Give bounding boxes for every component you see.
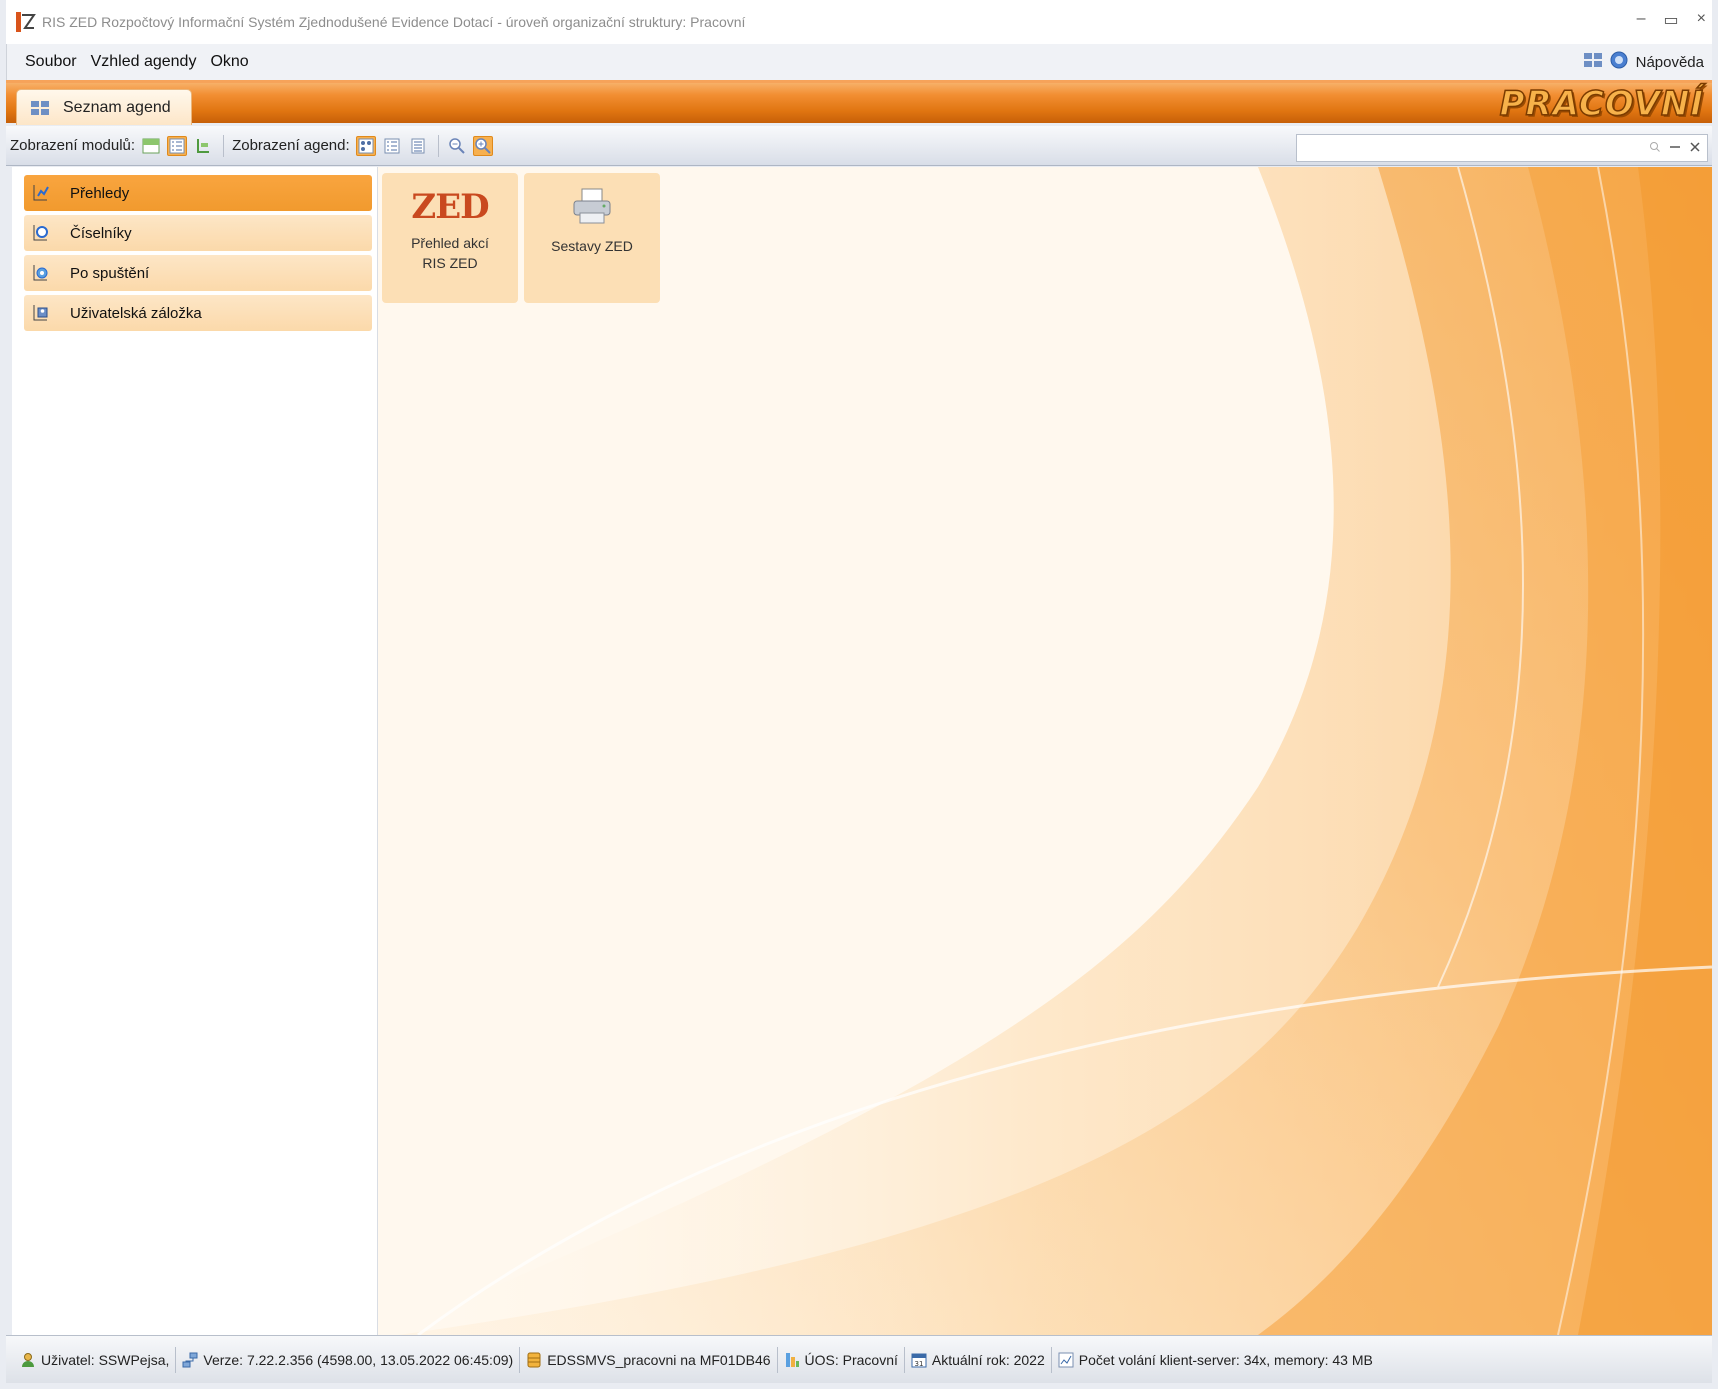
- module-view-horizontal-button[interactable]: [141, 136, 161, 156]
- agenda-view-icons-button[interactable]: [355, 135, 376, 156]
- tile-label: Přehled akcí: [411, 235, 489, 251]
- menu-vzhled-agendy[interactable]: Vzhled agendy: [91, 53, 197, 71]
- database-icon: [526, 1352, 542, 1368]
- agenda-view-label: Zobrazení agend:: [232, 137, 350, 154]
- zoom-out-icon[interactable]: [447, 136, 467, 156]
- org-structure-icon: [784, 1352, 800, 1368]
- zed-logo-icon: ZED: [411, 187, 489, 227]
- tile-label: RIS ZED: [422, 255, 478, 271]
- toolbar: Zobrazení modulů: Zobrazení agend:: [6, 126, 1712, 166]
- tab-grid-icon: [31, 100, 49, 115]
- overview-icon: [30, 182, 52, 204]
- title-bar: RIS ZED Rozpočtový Informační Systém Zje…: [6, 0, 1712, 44]
- search-icon[interactable]: [1649, 140, 1661, 156]
- help-menu[interactable]: Nápověda: [1636, 54, 1704, 71]
- status-database: EDSSMVS_pracovni na MF01DB46: [520, 1346, 778, 1373]
- menu-soubor[interactable]: Soubor: [25, 53, 77, 71]
- codebook-icon: [30, 222, 52, 244]
- agenda-view-list-button[interactable]: [382, 136, 402, 156]
- network-icon: [182, 1352, 198, 1368]
- sidebar-item-label: Přehledy: [70, 184, 130, 202]
- tab-label: Seznam agend: [63, 98, 171, 116]
- zoom-in-icon[interactable]: [472, 135, 493, 156]
- sidebar-item-label: Po spuštění: [70, 264, 150, 282]
- app-window: RIS ZED Rozpočtový Informační Systém Zje…: [0, 0, 1718, 1389]
- agenda-tile-prehled-akci[interactable]: ZED Přehled akcí RIS ZED: [382, 173, 518, 303]
- menu-okno[interactable]: Okno: [210, 53, 248, 71]
- menu-bar: Soubor Vzhled agendy Okno Nápověda: [6, 44, 1712, 80]
- module-view-label: Zobrazení modulů:: [10, 137, 136, 154]
- sidebar-item-uzivatelska-zalozka[interactable]: Uživatelská záložka: [24, 295, 372, 331]
- startup-icon: [30, 262, 52, 284]
- module-view-tree-button[interactable]: [193, 136, 213, 156]
- agenda-tile-sestavy-zed[interactable]: Sestavy ZED: [524, 173, 660, 303]
- status-user: Uživatel: SSWPejsa,: [14, 1346, 177, 1373]
- svg-text:31: 31: [914, 1360, 923, 1368]
- printer-icon: [570, 187, 614, 230]
- decorative-background: [378, 167, 1712, 1335]
- app-logo-icon: [16, 12, 36, 32]
- search-input[interactable]: [1303, 136, 1641, 160]
- grid-view-icon[interactable]: [1583, 53, 1602, 71]
- maximize-button[interactable]: ▭: [1664, 10, 1679, 30]
- close-button[interactable]: ×: [1697, 10, 1706, 30]
- help-icon[interactable]: [1610, 51, 1628, 73]
- agenda-content-area: ZED Přehled akcí RIS ZED Sestavy ZED: [378, 167, 1712, 1335]
- status-version: Verze: 7.22.2.356 (4598.00, 13.05.2022 0…: [176, 1346, 521, 1373]
- user-tab-icon: [30, 302, 52, 324]
- sidebar-item-po-spusteni[interactable]: Po spuštění: [24, 255, 372, 291]
- tab-seznam-agend[interactable]: Seznam agend: [16, 89, 192, 125]
- close-search-icon[interactable]: [1689, 140, 1701, 156]
- clear-search-icon[interactable]: [1669, 140, 1681, 156]
- status-calls: Počet volání klient-server: 34x, memory:…: [1052, 1347, 1379, 1373]
- user-icon: [20, 1352, 36, 1368]
- window-title: RIS ZED Rozpočtový Informační Systém Zje…: [42, 14, 746, 30]
- toolbar-separator: [437, 134, 439, 157]
- sidebar-item-prehledy[interactable]: Přehledy: [24, 175, 372, 211]
- tile-label: Sestavy ZED: [551, 238, 633, 254]
- module-navigation-pane: Přehledy Číselníky Po spuštění Uživatels…: [12, 167, 378, 1335]
- status-bar: Uživatel: SSWPejsa, Verze: 7.22.2.356 (4…: [6, 1335, 1712, 1383]
- module-view-list-button[interactable]: [167, 135, 188, 156]
- tab-strip: Seznam agend PRACOVNÍ: [6, 80, 1712, 125]
- status-year: 31 Aktuální rok: 2022: [905, 1346, 1052, 1373]
- agenda-view-details-button[interactable]: [408, 136, 428, 156]
- environment-brand-logo: PRACOVNÍ: [1499, 83, 1704, 125]
- status-uos: ÚOS: Pracovní: [778, 1346, 905, 1373]
- sidebar-item-label: Uživatelská záložka: [70, 304, 202, 322]
- sidebar-item-label: Číselníky: [70, 224, 132, 242]
- calendar-icon: 31: [911, 1352, 927, 1368]
- search-box: [1296, 134, 1708, 162]
- minimize-button[interactable]: –: [1637, 10, 1646, 30]
- activity-chart-icon: [1058, 1352, 1074, 1368]
- sidebar-item-ciselniky[interactable]: Číselníky: [24, 215, 372, 251]
- toolbar-separator: [223, 134, 225, 157]
